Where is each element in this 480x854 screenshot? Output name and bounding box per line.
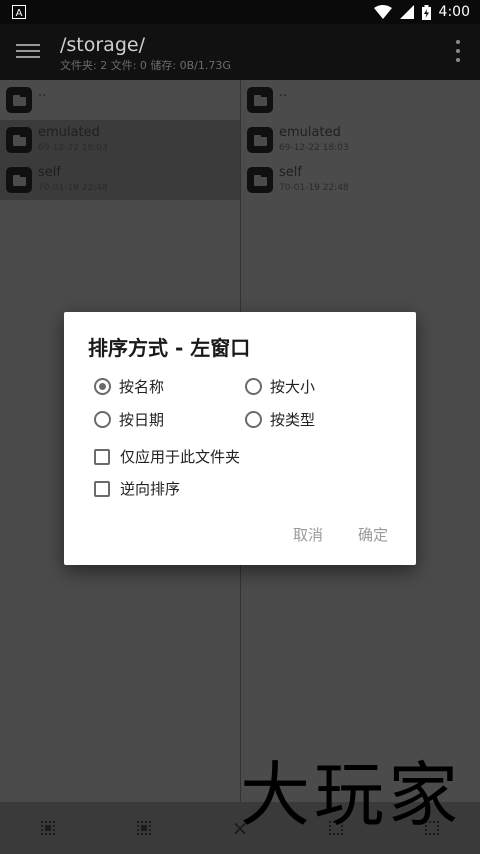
more-options-icon[interactable]	[454, 38, 462, 64]
cancel-button[interactable]: 取消	[293, 524, 323, 545]
ok-button[interactable]: 确定	[358, 524, 388, 545]
file-name: emulated	[279, 125, 341, 140]
file-name: emulated	[38, 125, 100, 140]
select-all-icon[interactable]	[37, 817, 59, 839]
dialog-title: 排序方式 - 左窗口	[88, 336, 251, 360]
checkbox-icon	[94, 448, 110, 465]
svg-text:A: A	[16, 8, 23, 19]
checkbox-label: 仅应用于此文件夹	[120, 448, 241, 466]
list-item[interactable]: emulated 69-12-22 18:03	[241, 120, 480, 160]
radio-sort-by-type[interactable]: 按类型	[245, 409, 315, 430]
list-item[interactable]: emulated 69-12-22 18:03	[0, 120, 240, 160]
a-icon: A	[12, 5, 26, 19]
radio-label: 按大小	[270, 378, 316, 396]
watermark: 大玩家	[240, 754, 462, 836]
list-item[interactable]: self 70-01-19 22:48	[0, 160, 240, 200]
file-name: ..	[38, 85, 47, 100]
list-item[interactable]: self 70-01-19 22:48	[241, 160, 480, 200]
clock: 4:00	[438, 4, 470, 20]
sort-dialog: 排序方式 - 左窗口 按名称 按大小 按日期 按类型 仅应用于此文件夹 逆向排序…	[64, 312, 416, 565]
battery-icon	[421, 4, 431, 20]
path-title: /storage/	[60, 34, 145, 56]
signal-icon	[399, 5, 414, 19]
file-name: ..	[279, 85, 288, 100]
file-date: 70-01-19 22:48	[38, 183, 108, 193]
folder-icon	[247, 127, 273, 153]
radio-sort-by-size[interactable]: 按大小	[245, 376, 315, 397]
radio-label: 按日期	[119, 411, 165, 429]
folder-icon	[6, 167, 32, 193]
file-date: 69-12-22 18:03	[38, 143, 108, 153]
radio-button-icon	[245, 411, 262, 428]
checkbox-reverse-sort[interactable]: 逆向排序	[94, 478, 180, 499]
folder-icon	[247, 167, 273, 193]
wifi-icon	[373, 5, 392, 19]
list-item[interactable]: ..	[241, 80, 480, 120]
storage-info: 文件夹: 2 文件: 0 储存: 0B/1.73G	[60, 59, 231, 72]
app-bar: /storage/ 文件夹: 2 文件: 0 储存: 0B/1.73G	[0, 24, 480, 80]
radio-button-icon	[94, 411, 111, 428]
list-item[interactable]: ..	[0, 80, 240, 120]
folder-icon	[247, 87, 273, 113]
status-bar: A 4:00	[0, 0, 480, 24]
radio-sort-by-date[interactable]: 按日期	[94, 409, 164, 430]
select-range-icon[interactable]	[133, 817, 155, 839]
file-date: 70-01-19 22:48	[279, 183, 349, 193]
radio-button-icon	[245, 378, 262, 395]
radio-label: 按类型	[270, 411, 316, 429]
checkbox-icon	[94, 480, 110, 497]
checkbox-label: 逆向排序	[120, 480, 181, 498]
folder-icon	[6, 127, 32, 153]
file-name: self	[38, 165, 61, 180]
file-date: 69-12-22 18:03	[279, 143, 349, 153]
radio-label: 按名称	[119, 378, 165, 396]
radio-button-icon	[94, 378, 111, 395]
file-name: self	[279, 165, 302, 180]
menu-icon[interactable]	[16, 40, 40, 64]
checkbox-apply-to-folder[interactable]: 仅应用于此文件夹	[94, 446, 240, 467]
folder-icon	[6, 87, 32, 113]
radio-sort-by-name[interactable]: 按名称	[94, 376, 164, 397]
